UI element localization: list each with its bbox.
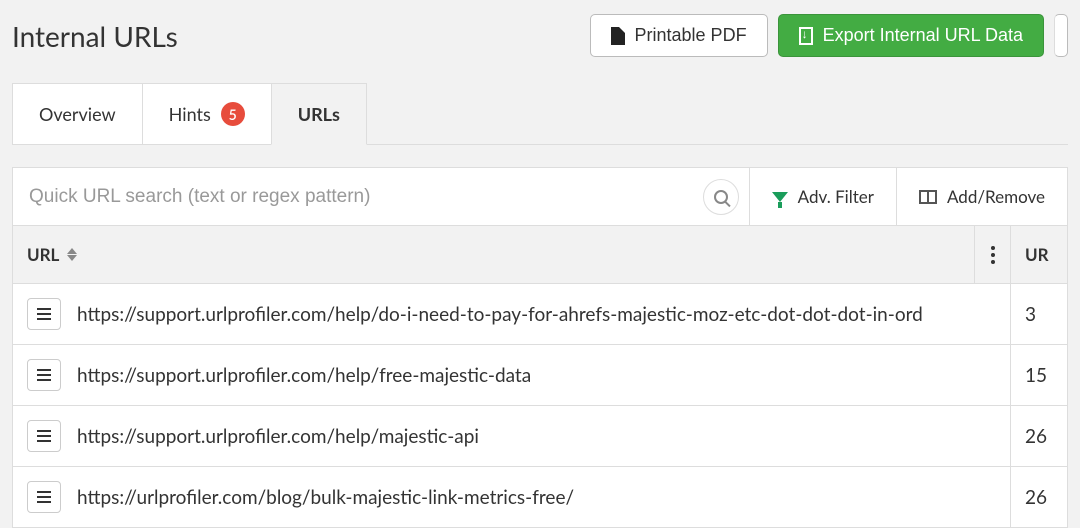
page-title: Internal URLs: [12, 19, 590, 53]
overflow-button-partial[interactable]: [1054, 14, 1068, 57]
hamburger-icon: [37, 308, 51, 320]
tab-urls[interactable]: URLs: [271, 83, 367, 145]
column-header-ur-label: UR: [1025, 244, 1049, 265]
column-options-button[interactable]: [975, 226, 1011, 283]
printable-pdf-button[interactable]: Printable PDF: [590, 14, 768, 57]
hints-count-badge: 5: [221, 102, 245, 126]
header-actions: Printable PDF Export Internal URL Data: [590, 14, 1068, 57]
tab-hints-label: Hints: [169, 103, 211, 125]
adv-filter-label: Adv. Filter: [798, 186, 874, 207]
table-row: https://urlprofiler.com/blog/bulk-majest…: [13, 467, 1067, 527]
search-button[interactable]: [703, 179, 739, 215]
tab-hints[interactable]: Hints 5: [142, 83, 271, 145]
url-cell[interactable]: https://urlprofiler.com/blog/bulk-majest…: [77, 486, 574, 509]
search-icon: [714, 190, 728, 204]
column-header-ur[interactable]: UR: [1011, 226, 1067, 283]
tabs: Overview Hints 5 URLs: [12, 83, 1068, 145]
url-cell[interactable]: https://support.urlprofiler.com/help/fre…: [77, 364, 531, 387]
column-header-url[interactable]: URL: [13, 226, 975, 283]
hamburger-icon: [37, 491, 51, 503]
adv-filter-button[interactable]: Adv. Filter: [750, 168, 897, 225]
ur-cell: 15: [1011, 345, 1067, 405]
ur-cell: 3: [1011, 284, 1067, 344]
filter-icon: [772, 192, 788, 202]
hamburger-icon: [37, 430, 51, 442]
export-data-button[interactable]: Export Internal URL Data: [778, 14, 1044, 57]
add-remove-label: Add/Remove: [947, 186, 1045, 207]
export-data-label: Export Internal URL Data: [823, 25, 1023, 46]
url-cell[interactable]: https://support.urlprofiler.com/help/do-…: [77, 303, 923, 326]
row-menu-button[interactable]: [27, 481, 61, 513]
row-menu-button[interactable]: [27, 420, 61, 452]
add-remove-columns-button[interactable]: Add/Remove: [897, 168, 1067, 225]
row-menu-button[interactable]: [27, 359, 61, 391]
url-table: URL UR https://support.urlprofiler.com/h…: [12, 225, 1068, 528]
columns-icon: [919, 190, 937, 204]
row-menu-button[interactable]: [27, 298, 61, 330]
search-wrap: [13, 168, 750, 225]
ur-cell: 26: [1011, 467, 1067, 527]
table-header: URL UR: [13, 226, 1067, 284]
table-row: https://support.urlprofiler.com/help/do-…: [13, 284, 1067, 345]
search-input[interactable]: [13, 168, 749, 225]
toolbar: Adv. Filter Add/Remove: [12, 167, 1068, 225]
export-file-icon: [799, 27, 813, 45]
ur-cell: 26: [1011, 406, 1067, 466]
column-header-url-label: URL: [27, 244, 59, 265]
table-body: https://support.urlprofiler.com/help/do-…: [13, 284, 1067, 527]
tab-overview[interactable]: Overview: [12, 83, 142, 145]
table-row: https://support.urlprofiler.com/help/maj…: [13, 406, 1067, 467]
sort-icon: [67, 248, 77, 261]
vertical-dots-icon: [991, 246, 995, 264]
pdf-file-icon: [611, 27, 625, 45]
tab-urls-label: URLs: [298, 103, 340, 125]
printable-pdf-label: Printable PDF: [635, 25, 747, 46]
tab-overview-label: Overview: [39, 103, 116, 125]
hamburger-icon: [37, 369, 51, 381]
table-row: https://support.urlprofiler.com/help/fre…: [13, 345, 1067, 406]
url-cell[interactable]: https://support.urlprofiler.com/help/maj…: [77, 425, 479, 448]
